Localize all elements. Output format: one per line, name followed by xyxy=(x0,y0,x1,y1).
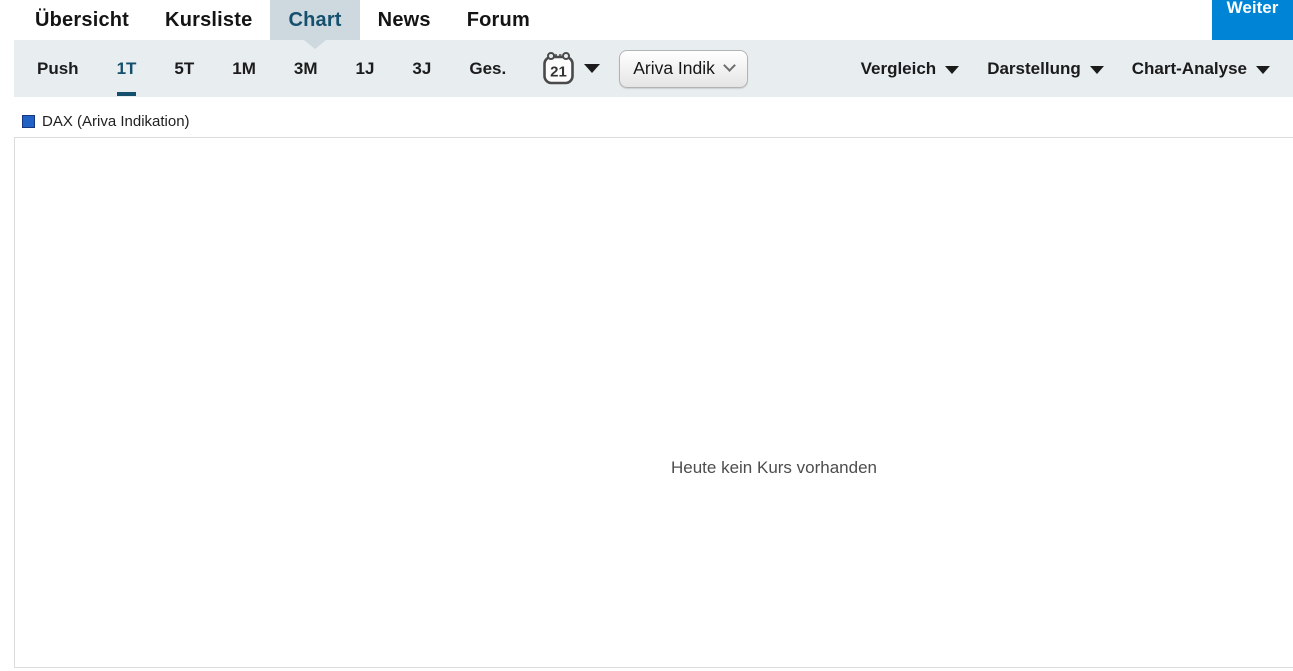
menu-darstellung[interactable]: Darstellung xyxy=(973,59,1118,79)
period-1m[interactable]: 1M xyxy=(213,40,275,97)
menu-chart-analyse-label: Chart-Analyse xyxy=(1131,58,1247,78)
tab-kursliste[interactable]: Kursliste xyxy=(147,0,270,40)
instrument-select[interactable]: Ariva Indik xyxy=(619,49,748,88)
menu-vergleich-label: Vergleich xyxy=(860,58,937,78)
period-1t-label: 1T xyxy=(116,58,137,78)
calendar-icon: 21 xyxy=(543,52,575,85)
toolbar-menus: Vergleich Darstellung Chart-Analyse xyxy=(847,59,1293,79)
tab-chart[interactable]: Chart xyxy=(270,0,360,49)
period-5t[interactable]: 5T xyxy=(155,40,213,97)
period-1j[interactable]: 1J xyxy=(337,40,394,97)
active-period-underline xyxy=(116,92,137,96)
active-tab-pointer-icon xyxy=(304,40,327,49)
menu-darstellung-label: Darstellung xyxy=(987,58,1081,78)
menu-chart-analyse[interactable]: Chart-Analyse xyxy=(1118,59,1284,79)
date-picker[interactable]: 21 xyxy=(542,51,601,86)
dropdown-arrow-icon xyxy=(1256,65,1270,74)
chevron-down-icon xyxy=(723,59,736,72)
period-3j[interactable]: 3J xyxy=(393,40,450,97)
tab-news[interactable]: News xyxy=(360,0,449,40)
tab-forum[interactable]: Forum xyxy=(449,0,548,40)
calendar-day-label: 21 xyxy=(550,64,567,81)
period-1t[interactable]: 1T xyxy=(98,40,156,97)
menu-vergleich[interactable]: Vergleich xyxy=(847,59,974,79)
tab-uebersicht[interactable]: Übersicht xyxy=(17,0,147,40)
instrument-select-value: Ariva Indik xyxy=(633,58,715,78)
chart-plot-area: Heute kein Kurs vorhanden xyxy=(14,137,1293,668)
no-data-message: Heute kein Kurs vorhanden xyxy=(670,458,878,477)
series-name-label: DAX (Ariva Indikation) xyxy=(42,113,190,130)
push-toggle[interactable]: Push xyxy=(18,40,98,97)
primary-tab-bar: Übersicht Kursliste Chart News Forum Wei… xyxy=(0,0,1293,49)
series-color-swatch-icon xyxy=(22,115,35,128)
tab-chart-label: Chart xyxy=(288,8,342,31)
dropdown-arrow-icon xyxy=(1089,65,1104,74)
chart-legend: DAX (Ariva Indikation) xyxy=(22,113,190,130)
calendar-dropdown-arrow-icon xyxy=(584,64,601,73)
weiter-button[interactable]: Weiter xyxy=(1212,0,1293,40)
period-gesamt[interactable]: Ges. xyxy=(450,40,525,97)
dropdown-arrow-icon xyxy=(945,65,960,74)
chart-toolbar: Push 1T 5T 1M 3M 1J 3J Ges. 21 Ariva Ind… xyxy=(14,40,1293,97)
